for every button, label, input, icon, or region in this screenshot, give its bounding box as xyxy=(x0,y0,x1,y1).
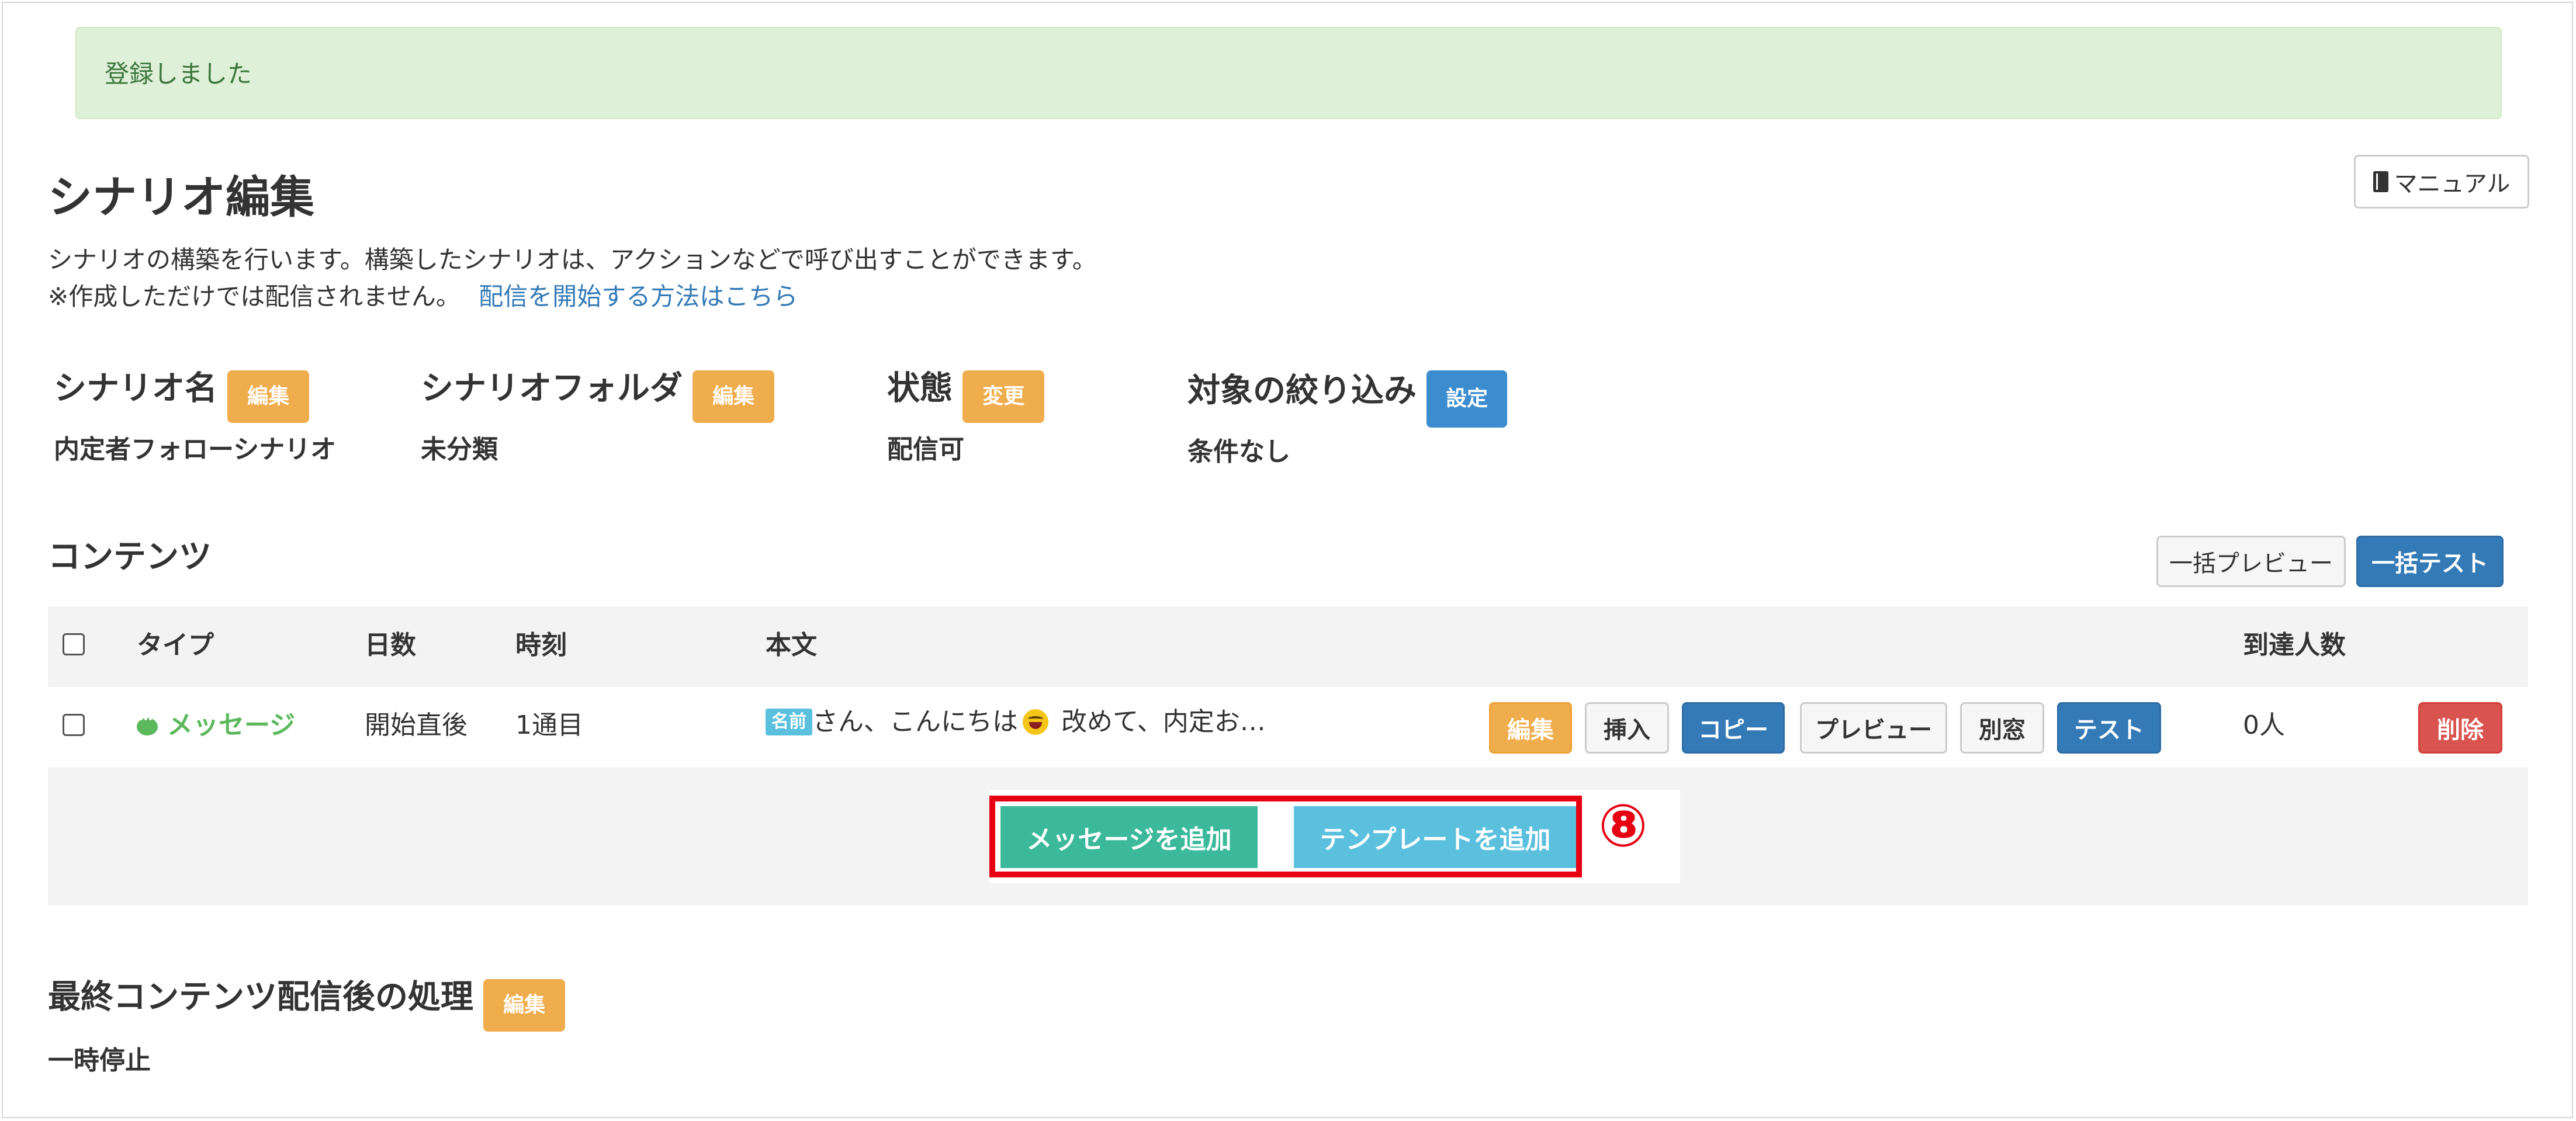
folder-edit-button[interactable]: 編集 xyxy=(693,370,775,423)
filter-label: 対象の絞り込み xyxy=(1187,372,1417,410)
bulk-preview-button[interactable]: 一括プレビュー xyxy=(2156,536,2346,587)
contents-title: コンテンツ xyxy=(48,538,212,576)
page-description: シナリオの構築を行います。構築したシナリオは、アクションなどで呼び出すことができ… xyxy=(48,245,1097,274)
row-copy-button[interactable]: コピー xyxy=(1682,702,1785,754)
column-days: 日数 xyxy=(365,630,416,660)
success-alert: 登録しました xyxy=(75,27,2502,119)
row-days: 開始直後 xyxy=(365,710,468,740)
contents-table-header xyxy=(48,606,2528,687)
chat-bubble-icon xyxy=(137,716,158,735)
final-section: 最終コンテンツ配信後の処理 編集 xyxy=(48,978,566,1032)
how-to-start-link[interactable]: 配信を開始する方法はこちら xyxy=(479,282,798,311)
row-type[interactable]: メッセージ xyxy=(137,713,295,738)
row-edit-button[interactable]: 編集 xyxy=(1489,702,1572,754)
scenario-name-value: 内定者フォローシナリオ xyxy=(54,435,337,464)
final-label: 最終コンテンツ配信後の処理 xyxy=(48,978,473,1016)
page-title: シナリオ編集 xyxy=(48,171,314,223)
row-preview-button[interactable]: プレビュー xyxy=(1800,702,1947,754)
row-body-text-end: 改めて、内定お… xyxy=(1053,707,1266,737)
scenario-name-section: シナリオ名 編集 xyxy=(54,369,310,423)
book-icon xyxy=(2373,171,2388,192)
select-all-checkbox[interactable] xyxy=(63,633,85,655)
filter-value: 条件なし xyxy=(1187,437,1290,467)
page-note: ※作成しただけでは配信されません。 配信を開始する方法はこちら xyxy=(48,284,798,309)
scenario-name-edit-button[interactable]: 編集 xyxy=(227,370,310,423)
laughing-face-emoji xyxy=(1023,709,1048,735)
row-body: 名前 さん、こんにちは 改めて、内定お… xyxy=(766,708,1266,735)
column-type: タイプ xyxy=(137,630,214,660)
column-reach: 到達人数 xyxy=(2243,630,2346,660)
filter-setting-button[interactable]: 設定 xyxy=(1427,370,1508,428)
row-insert-button[interactable]: 挿入 xyxy=(1585,702,1669,754)
column-time: 時刻 xyxy=(515,630,567,660)
bulk-test-button[interactable]: 一括テスト xyxy=(2356,536,2504,587)
row-checkbox[interactable] xyxy=(63,714,85,736)
row-time: 1通目 xyxy=(515,710,583,740)
step-marker-8: ⑧ xyxy=(1598,792,1648,860)
name-tag-badge: 名前 xyxy=(766,709,812,735)
folder-label: シナリオフォルダ xyxy=(421,369,683,408)
final-value: 一時停止 xyxy=(48,1046,151,1075)
row-new-window-button[interactable]: 別窓 xyxy=(1960,702,2044,754)
status-value: 配信可 xyxy=(887,435,964,464)
status-label: 状態 xyxy=(887,369,953,408)
row-delete-button[interactable]: 削除 xyxy=(2418,702,2502,754)
folder-value: 未分類 xyxy=(421,435,498,464)
highlight-box xyxy=(989,796,1582,877)
row-test-button[interactable]: テスト xyxy=(2057,702,2161,754)
column-body: 本文 xyxy=(766,630,817,660)
status-section: 状態 変更 xyxy=(887,369,1045,423)
manual-button[interactable]: マニュアル xyxy=(2354,155,2529,209)
row-type-label: メッセージ xyxy=(167,710,296,740)
status-change-button[interactable]: 変更 xyxy=(962,370,1045,423)
final-edit-button[interactable]: 編集 xyxy=(483,979,566,1032)
manual-button-label: マニュアル xyxy=(2394,171,2511,197)
page-note-text: ※作成しただけでは配信されません。 xyxy=(48,282,461,311)
folder-section: シナリオフォルダ 編集 xyxy=(421,369,775,423)
filter-section: 対象の絞り込み 設定 xyxy=(1187,370,1508,428)
row-reach: 0人 xyxy=(2243,710,2285,740)
scenario-name-label: シナリオ名 xyxy=(54,369,217,408)
row-body-text-start: さん、こんにちは xyxy=(812,707,1018,737)
